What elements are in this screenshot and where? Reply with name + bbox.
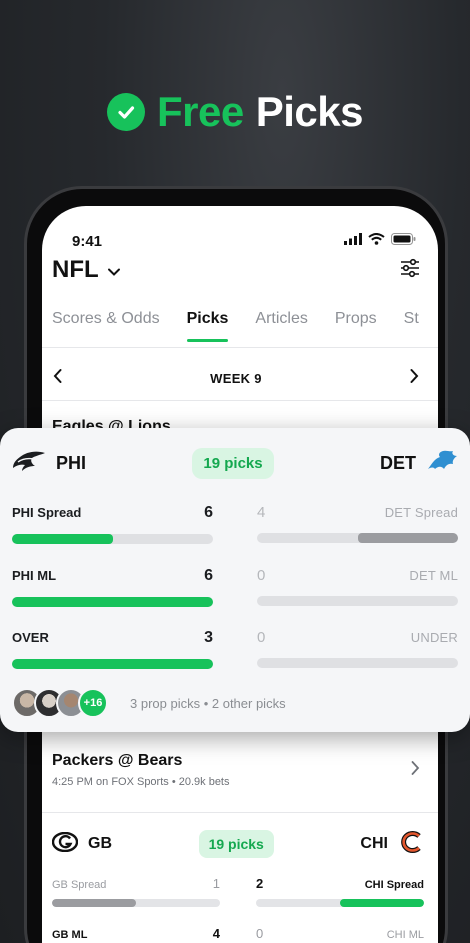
stat-label: CHI ML [386, 929, 424, 941]
extra-count-badge: +16 [78, 688, 108, 718]
tab-picks[interactable]: Picks [186, 310, 228, 342]
status-time: 9:41 [72, 232, 103, 250]
bears-logo-icon [398, 830, 424, 858]
game-meta: 4:25 PM on FOX Sports • 20.9k bets [52, 776, 230, 788]
eagles-logo-icon [12, 450, 46, 477]
stat-label: GB Spread [52, 879, 107, 891]
check-circle-icon [107, 93, 145, 131]
tab-bar: Scores & Odds Picks Articles Props St [52, 310, 438, 342]
chevron-right-icon[interactable] [410, 760, 420, 781]
week-divider [42, 400, 438, 401]
picks-card[interactable]: PHI 19 picks DET PHI Spread 6 4 DET Spre… [0, 428, 470, 732]
headline: Free Picks [0, 88, 470, 136]
progress-bar [12, 534, 213, 544]
league-selector[interactable]: NFL [52, 256, 121, 284]
stat-row: GB Spread 1 2 CHI Spread [52, 876, 424, 907]
stat-value: 1 [212, 876, 220, 891]
week-selector: WEEK 9 [52, 358, 420, 398]
bar-fill [52, 899, 136, 907]
matchup-row: GB 19 picks CHI [51, 830, 424, 858]
stat-row: GB ML 4 0 CHI ML [52, 926, 424, 941]
stat-label: GB ML [52, 929, 88, 941]
headline-free: Free [157, 88, 244, 135]
away-team-abbr: GB [88, 835, 112, 852]
stat-label: DET Spread [384, 505, 458, 520]
home-team-abbr: DET [379, 453, 416, 473]
league-title: NFL [52, 256, 99, 283]
progress-bar [12, 597, 213, 607]
battery-icon [391, 232, 416, 250]
stat-row: OVER 3 0 UNDER [12, 629, 458, 669]
stat-label: CHI Spread [364, 879, 424, 891]
stat-row: PHI ML 6 0 DET ML [12, 567, 458, 607]
stat-value: 2 [256, 876, 264, 891]
chevron-right-icon[interactable] [408, 368, 420, 389]
stat-label: PHI ML [12, 568, 57, 583]
stat-value: 6 [204, 504, 213, 521]
progress-bar [256, 899, 424, 907]
matchup-row: PHI 19 picks DET [12, 448, 458, 479]
headline-picks: Picks [255, 88, 364, 135]
picks-count-pill[interactable]: 19 picks [192, 448, 274, 479]
tabs-divider [42, 347, 438, 348]
status-bar: 9:41 [72, 232, 416, 250]
lions-logo-icon [426, 449, 458, 478]
stat-value: 0 [256, 926, 264, 941]
picks-footer[interactable]: +16 3 prop picks • 2 other picks [12, 688, 286, 718]
bar-fill [12, 597, 213, 607]
progress-bar [12, 659, 213, 669]
stat-value: 4 [257, 504, 266, 521]
game-title: Packers @ Bears [52, 752, 183, 769]
bar-fill [12, 534, 113, 544]
tab-articles[interactable]: Articles [255, 310, 307, 342]
stat-value: 0 [257, 629, 266, 646]
bar-fill [12, 659, 213, 669]
chevron-down-icon [107, 256, 121, 284]
stat-label: OVER [12, 630, 49, 645]
filter-sliders-icon[interactable] [400, 258, 420, 283]
stat-label: DET ML [409, 568, 458, 583]
stat-value: 6 [204, 567, 213, 584]
tab-props[interactable]: Props [335, 310, 377, 342]
bar-fill [357, 533, 458, 543]
game-header[interactable]: Packers @ Bears 4:25 PM on FOX Sports • … [52, 752, 420, 788]
packers-logo-icon [51, 831, 79, 857]
wifi-icon [368, 232, 385, 250]
stat-label: UNDER [410, 630, 458, 645]
progress-bar [257, 658, 458, 668]
stat-label: PHI Spread [12, 505, 82, 520]
footer-summary: 3 prop picks • 2 other picks [130, 695, 286, 711]
progress-bar [52, 899, 220, 907]
progress-bar [257, 596, 458, 606]
stat-value: 4 [212, 926, 220, 941]
away-team-abbr: PHI [56, 453, 87, 473]
stat-row: PHI Spread 6 4 DET Spread [12, 504, 458, 544]
game-divider [42, 812, 438, 813]
tab-truncated[interactable]: St [404, 310, 419, 342]
stat-value: 3 [204, 629, 213, 646]
tab-scores-odds[interactable]: Scores & Odds [52, 310, 160, 342]
chevron-left-icon[interactable] [52, 368, 64, 389]
picks-count-pill[interactable]: 19 picks [198, 830, 274, 858]
progress-bar [257, 533, 458, 543]
week-label: WEEK 9 [210, 370, 262, 386]
bar-fill [340, 899, 424, 907]
signal-icon [344, 232, 362, 250]
home-team-abbr: CHI [360, 835, 388, 852]
stat-value: 0 [257, 567, 266, 584]
